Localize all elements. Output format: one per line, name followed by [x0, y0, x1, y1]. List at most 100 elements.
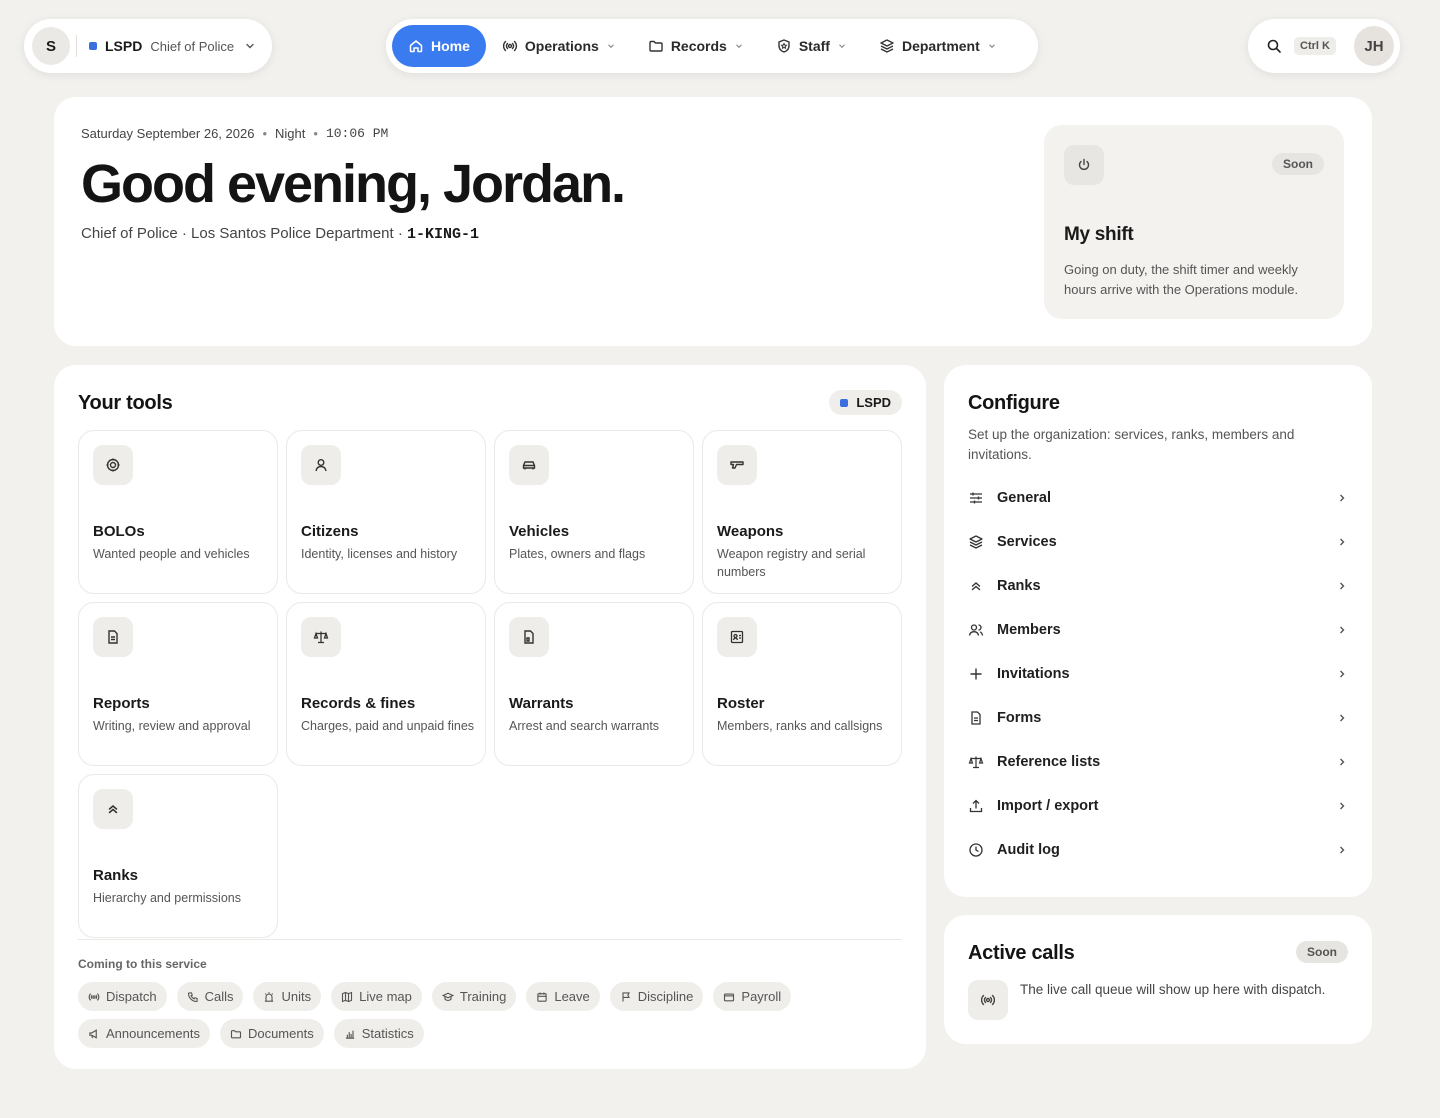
- config-members[interactable]: Members: [968, 608, 1348, 652]
- nav-home-label: Home: [431, 38, 470, 54]
- tool-citizens[interactable]: Citizens Identity, licenses and history: [286, 430, 486, 594]
- shield-icon: [776, 38, 792, 54]
- service-tag-label: LSPD: [856, 395, 891, 410]
- clock-icon: [968, 842, 997, 858]
- main-nav: Home Operations Records Staff Department: [386, 19, 1038, 73]
- chip-label: Live map: [359, 989, 412, 1004]
- config-invitations[interactable]: Invitations: [968, 652, 1348, 696]
- tools-card: Your tools LSPD BOLOs Wanted people and …: [54, 365, 926, 1069]
- calendar-icon: [536, 991, 548, 1003]
- separator: •: [313, 126, 318, 141]
- config-label: Audit log: [997, 842, 1060, 858]
- chevron-right-icon: [1336, 800, 1348, 812]
- tool-warrants[interactable]: Warrants Arrest and search warrants: [494, 602, 694, 766]
- user-icon: [301, 445, 341, 485]
- nav-records[interactable]: Records: [632, 25, 760, 67]
- car-icon: [509, 445, 549, 485]
- tool-roster[interactable]: Roster Members, ranks and callsigns: [702, 602, 902, 766]
- config-label: Services: [997, 534, 1057, 550]
- nav-home[interactable]: Home: [392, 25, 486, 67]
- callsign: 1-KING-1: [407, 226, 480, 243]
- current-date: Saturday September 26, 2026: [81, 126, 255, 141]
- tool-weapons[interactable]: Weapons Weapon registry and serial numbe…: [702, 430, 902, 594]
- config-audit-log[interactable]: Audit log: [968, 828, 1348, 872]
- chip-label: Announcements: [106, 1026, 200, 1041]
- chip-training: Training: [431, 982, 517, 1011]
- tool-records-fines[interactable]: Records & fines Charges, paid and unpaid…: [286, 602, 486, 766]
- config-ranks[interactable]: Ranks: [968, 564, 1348, 608]
- config-label: General: [997, 490, 1051, 506]
- warrant-icon: [509, 617, 549, 657]
- chip-announcements: Announcements: [78, 1019, 210, 1048]
- chevron-down-icon: [606, 41, 616, 51]
- chevron-right-icon: [1336, 536, 1348, 548]
- config-forms[interactable]: Forms: [968, 696, 1348, 740]
- folder-icon: [648, 38, 664, 54]
- chip-label: Training: [459, 989, 507, 1004]
- id-card-icon: [717, 617, 757, 657]
- plus-icon: [968, 666, 997, 682]
- search-shortcut[interactable]: Ctrl K: [1294, 37, 1336, 55]
- chip-dispatch: Dispatch: [78, 982, 167, 1011]
- role-text: Chief of Police · Los Santos Police Depa…: [81, 225, 403, 242]
- configure-list: General Services Ranks Members Invitatio…: [968, 476, 1348, 872]
- layers-icon: [879, 38, 895, 54]
- nav-operations[interactable]: Operations: [486, 25, 632, 67]
- config-services[interactable]: Services: [968, 520, 1348, 564]
- tool-description: Wanted people and vehicles: [93, 547, 250, 561]
- chip-label: Leave: [554, 989, 590, 1004]
- tool-title: Records & fines: [301, 695, 416, 712]
- active-calls-description: The live call queue will show up here wi…: [1020, 982, 1326, 997]
- shift-description: Going on duty, the shift timer and weekl…: [1064, 262, 1299, 297]
- org-avatar: S: [32, 27, 70, 65]
- tool-description: Plates, owners and flags: [509, 547, 646, 561]
- tool-ranks[interactable]: Ranks Hierarchy and permissions: [78, 774, 278, 938]
- target-icon: [93, 445, 133, 485]
- day-period: Night: [275, 126, 306, 141]
- tool-vehicles[interactable]: Vehicles Plates, owners and flags: [494, 430, 694, 594]
- tool-title: Weapons: [717, 523, 784, 540]
- upload-icon: [968, 798, 997, 814]
- nav-staff[interactable]: Staff: [760, 25, 863, 67]
- chevron-down-icon: [987, 41, 997, 51]
- tool-bolos[interactable]: BOLOs Wanted people and vehicles: [78, 430, 278, 594]
- configure-description: Set up the organization: services, ranks…: [968, 427, 1295, 462]
- config-import-export[interactable]: Import / export: [968, 784, 1348, 828]
- chevron-right-icon: [1336, 668, 1348, 680]
- scale-icon: [301, 617, 341, 657]
- chevron-down-icon: [837, 41, 847, 51]
- chip-discipline: Discipline: [609, 982, 704, 1011]
- config-reference-lists[interactable]: Reference lists: [968, 740, 1348, 784]
- configure-card: Configure Set up the organization: servi…: [944, 365, 1372, 897]
- config-label: Import / export: [997, 798, 1099, 814]
- config-general[interactable]: General: [968, 476, 1348, 520]
- radio-icon: [88, 991, 100, 1003]
- tool-title: Vehicles: [509, 523, 570, 540]
- tool-reports[interactable]: Reports Writing, review and approval: [78, 602, 278, 766]
- role-line: Chief of Police · Los Santos Police Depa…: [81, 225, 479, 243]
- user-avatar[interactable]: JH: [1354, 26, 1394, 66]
- document-icon: [93, 617, 133, 657]
- config-label: Forms: [997, 710, 1042, 726]
- tool-description: Identity, licenses and history: [301, 547, 458, 561]
- divider: [78, 939, 902, 940]
- coming-soon-label: Coming to this service: [78, 957, 207, 971]
- chip-label: Discipline: [637, 989, 694, 1004]
- chip-label: Documents: [247, 1026, 314, 1041]
- sliders-icon: [968, 490, 997, 506]
- bar-chart-icon: [344, 1028, 356, 1040]
- shift-title: My shift: [1064, 224, 1134, 245]
- wallet-icon: [723, 991, 735, 1003]
- document-icon: [968, 710, 997, 726]
- org-role: Chief of Police: [150, 38, 235, 54]
- org-switcher[interactable]: S LSPD Chief of Police: [24, 19, 272, 73]
- chevron-right-icon: [1336, 756, 1348, 768]
- chevron-down-icon: [244, 40, 256, 52]
- search-icon[interactable]: [1266, 38, 1282, 54]
- divider: [76, 35, 77, 57]
- tool-title: Warrants: [509, 695, 574, 712]
- nav-department[interactable]: Department: [863, 25, 1013, 67]
- config-label: Invitations: [997, 666, 1070, 682]
- chevrons-up-icon: [93, 789, 133, 829]
- megaphone-icon: [88, 1028, 100, 1040]
